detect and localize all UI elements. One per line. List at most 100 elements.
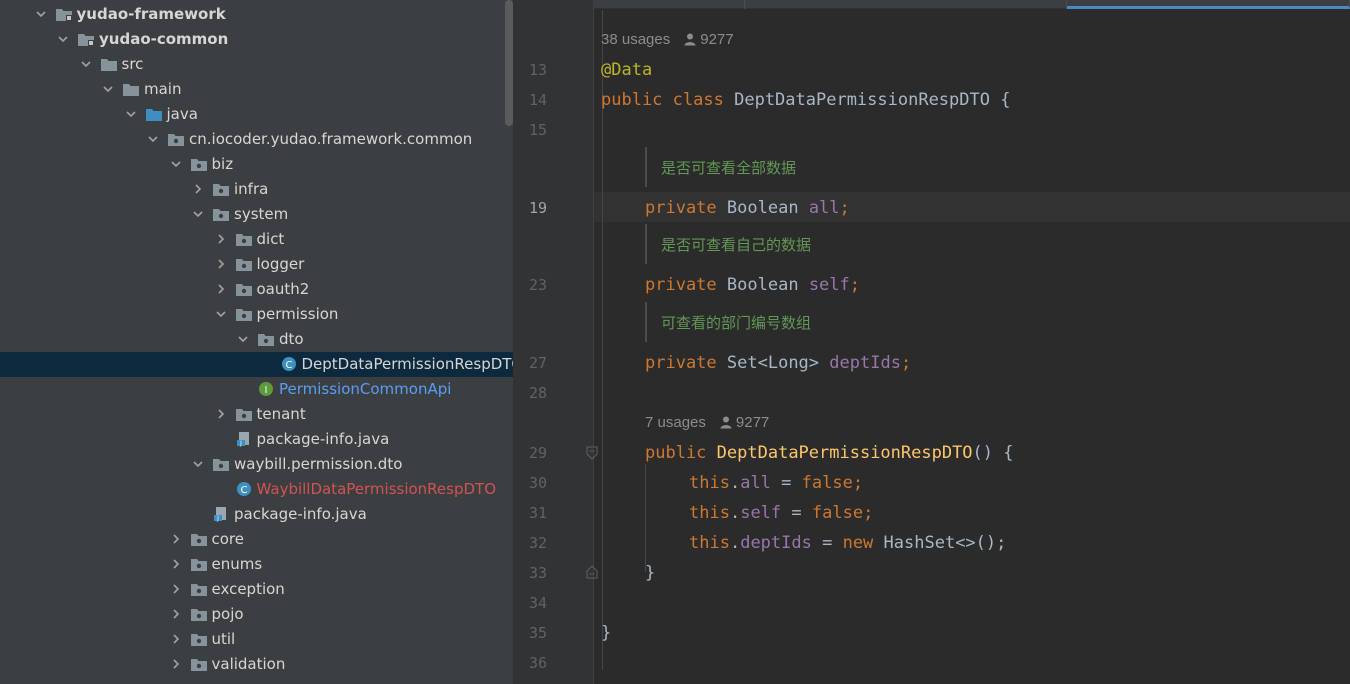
tree-item[interactable]: biz xyxy=(0,152,513,177)
tree-item[interactable]: dict xyxy=(0,227,513,252)
chevron-right-icon[interactable] xyxy=(170,608,182,620)
tree-item[interactable]: exception xyxy=(0,577,513,602)
line-number: 23 xyxy=(528,276,547,294)
chevron-right-icon[interactable] xyxy=(215,233,227,245)
line-number: 34 xyxy=(528,594,547,612)
code-editor[interactable]: 13 14 15 19 23 27 28 29 30 31 32 33 34 3… xyxy=(515,0,1350,684)
author-name[interactable]: 9277 xyxy=(700,31,733,48)
editor-tab[interactable] xyxy=(745,0,1067,9)
tree-item[interactable]: C DeptDataPermissionRespDTO xyxy=(0,352,515,377)
tree-item-label: yudao-framework xyxy=(76,5,226,23)
tree-item-label: infra xyxy=(234,180,269,198)
tree-item[interactable]: dto xyxy=(0,327,513,352)
editor-tab-active[interactable] xyxy=(1067,0,1350,9)
chevron-right-icon[interactable] xyxy=(215,283,227,295)
javadoc-text: 可查看的部门编号数组 xyxy=(661,314,812,332)
chevron-down-icon[interactable] xyxy=(102,83,114,95)
tree-item[interactable]: java xyxy=(0,102,513,127)
chevron-down-icon[interactable] xyxy=(147,133,159,145)
tree-item[interactable]: yudao-common xyxy=(0,27,513,52)
chevron-down-icon[interactable] xyxy=(237,333,249,345)
fold-end-marker-icon[interactable] xyxy=(586,565,598,579)
tree-item[interactable]: logger xyxy=(0,252,513,277)
chevron-down-icon[interactable] xyxy=(215,308,227,320)
package-icon xyxy=(235,406,253,422)
chevron-right-icon[interactable] xyxy=(170,658,182,670)
tree-item-label: core xyxy=(211,530,245,548)
usages-count[interactable]: 38 usages xyxy=(601,31,670,48)
chevron-down-icon[interactable] xyxy=(192,458,204,470)
code-line: } xyxy=(645,558,655,588)
source-root-folder-icon xyxy=(145,106,163,122)
type-token: Boolean xyxy=(726,275,799,295)
chevron-down-icon[interactable] xyxy=(125,108,137,120)
chevron-right-icon[interactable] xyxy=(192,183,204,195)
tree-item[interactable]: src xyxy=(0,52,513,77)
tree-item-label: oauth2 xyxy=(256,280,310,298)
tree-item[interactable]: permission xyxy=(0,302,513,327)
chevron-down-icon[interactable] xyxy=(170,158,182,170)
chevron-down-icon[interactable] xyxy=(35,8,47,20)
code-line: public DeptDataPermissionRespDTO() { xyxy=(645,438,1014,468)
code-line: @Data xyxy=(601,55,652,85)
parens-token: () { xyxy=(972,443,1014,463)
tree-item-label: package-info.java xyxy=(234,505,367,523)
tree-item-label: exception xyxy=(211,580,285,598)
tree-item[interactable]: main xyxy=(0,77,513,102)
chevron-right-icon[interactable] xyxy=(170,583,182,595)
author-name[interactable]: 9277 xyxy=(736,414,769,431)
module-folder-icon xyxy=(77,31,95,47)
tree-item[interactable]: I PermissionCommonApi xyxy=(0,377,513,402)
package-icon xyxy=(235,306,253,322)
code-line: this.deptIds = new HashSet<>(); xyxy=(689,528,1006,558)
chevron-right-icon[interactable] xyxy=(215,258,227,270)
tree-item-label: waybill.permission.dto xyxy=(234,455,403,473)
class-icon: C xyxy=(235,481,253,497)
tree-item[interactable]: Jpackage-info.java xyxy=(0,427,513,452)
tree-item-label: dict xyxy=(256,230,285,248)
svg-text:I: I xyxy=(265,385,268,396)
chevron-right-icon[interactable] xyxy=(170,533,182,545)
tree-item-label: PermissionCommonApi xyxy=(279,380,452,398)
package-icon xyxy=(190,531,208,547)
tree-item-label: validation xyxy=(211,655,286,673)
keyword-token: class xyxy=(672,90,724,110)
indent-guide xyxy=(645,464,646,572)
rendered-javadoc: 是否可查看自己的数据 xyxy=(645,224,945,264)
code-line: this.all = false; xyxy=(689,468,863,498)
fold-marker-icon[interactable] xyxy=(586,446,598,460)
line-number: 30 xyxy=(528,474,547,492)
keyword-token: public xyxy=(645,443,707,463)
usages-count[interactable]: 7 usages xyxy=(645,414,706,431)
chevron-right-icon[interactable] xyxy=(170,558,182,570)
tree-item[interactable]: system xyxy=(0,202,513,227)
chevron-down-icon[interactable] xyxy=(192,208,204,220)
tree-item[interactable]: tenant xyxy=(0,402,513,427)
package-icon xyxy=(190,556,208,572)
tree-item[interactable]: util xyxy=(0,627,513,652)
usages-hint[interactable]: 38 usages 9277 xyxy=(601,30,734,50)
tree-item[interactable]: validation xyxy=(0,652,513,677)
author-icon xyxy=(720,416,732,429)
chevron-right-icon[interactable] xyxy=(170,633,182,645)
tree-item[interactable]: waybill.permission.dto xyxy=(0,452,513,477)
usages-hint[interactable]: 7 usages 9277 xyxy=(645,413,769,433)
type-token: Boolean xyxy=(726,198,799,218)
project-tree: yudao-framework yudao-common src main java cn… xyxy=(0,0,515,684)
chevron-down-icon[interactable] xyxy=(57,33,69,45)
package-icon xyxy=(190,656,208,672)
tree-item[interactable]: C WaybillDataPermissionRespDTO xyxy=(0,477,513,502)
line-number: 29 xyxy=(528,444,547,462)
chevron-down-icon[interactable] xyxy=(80,58,92,70)
tree-item[interactable]: pojo xyxy=(0,602,513,627)
tree-item[interactable]: yudao-framework xyxy=(0,2,513,27)
tree-item[interactable]: core xyxy=(0,527,513,552)
tree-item[interactable]: enums xyxy=(0,552,513,577)
chevron-right-icon[interactable] xyxy=(215,408,227,420)
tree-scrollbar[interactable] xyxy=(505,0,513,126)
tree-item[interactable]: Jpackage-info.java xyxy=(0,502,513,527)
package-icon xyxy=(212,206,230,222)
tree-item[interactable]: infra xyxy=(0,177,513,202)
tree-item[interactable]: oauth2 xyxy=(0,277,513,302)
tree-item[interactable]: cn.iocoder.yudao.framework.common xyxy=(0,127,513,152)
